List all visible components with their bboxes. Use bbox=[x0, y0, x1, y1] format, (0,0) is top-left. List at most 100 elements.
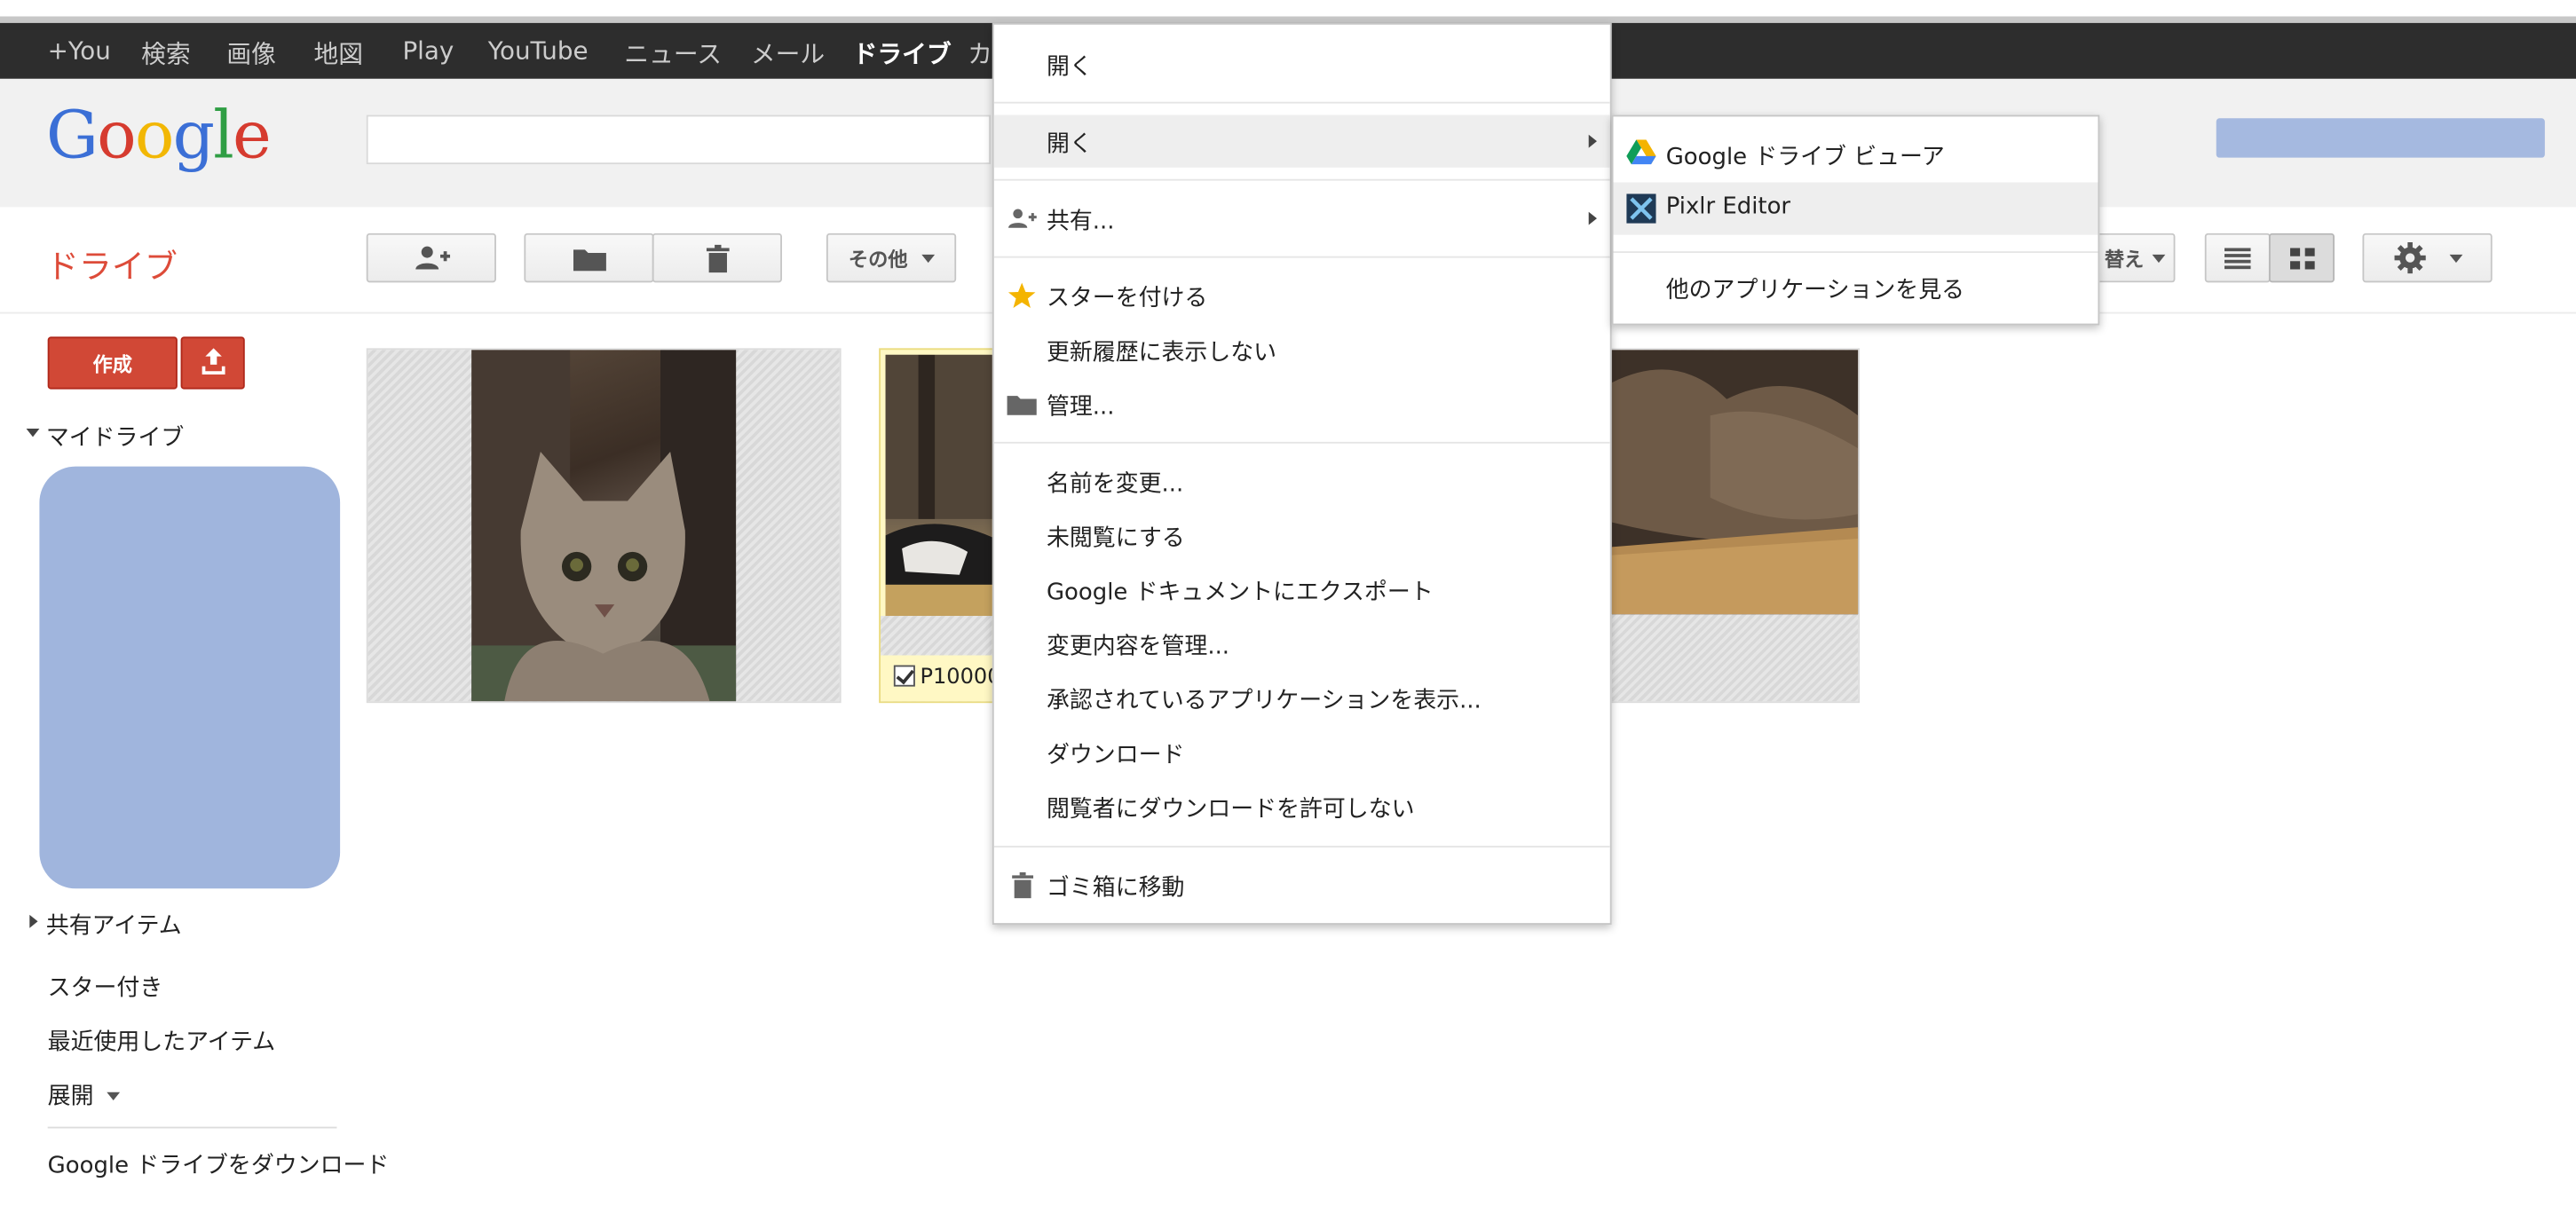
topnav-search[interactable]: 検索 bbox=[141, 36, 191, 71]
logo-letter: o bbox=[97, 99, 137, 175]
list-view-button[interactable] bbox=[2204, 233, 2271, 283]
account-area[interactable] bbox=[2216, 118, 2545, 158]
menu-item-download[interactable]: ダウンロード bbox=[994, 726, 1610, 778]
delete-button[interactable] bbox=[652, 233, 782, 283]
menu-item-organize[interactable]: 管理... bbox=[994, 378, 1610, 430]
sidebar-item-shared[interactable]: 共有アイテム bbox=[46, 908, 182, 941]
submenu-item-pixlr-editor[interactable]: Pixlr Editor bbox=[1613, 182, 2098, 235]
topnav-calendar[interactable]: カ bbox=[968, 36, 992, 71]
menu-item-star[interactable]: スターを付ける bbox=[994, 270, 1610, 322]
topnav-play[interactable]: Play bbox=[402, 36, 454, 66]
grid-view-button[interactable] bbox=[2268, 233, 2335, 283]
topnav-you[interactable]: +You bbox=[48, 36, 111, 66]
sidebar-item-starred[interactable]: スター付き bbox=[48, 971, 163, 1004]
file-thumbnail-2-selected[interactable]: P10000 bbox=[879, 348, 994, 704]
chevron-down-icon bbox=[2448, 253, 2462, 263]
expand-shared-icon[interactable] bbox=[29, 914, 38, 928]
sort-button[interactable]: 替え bbox=[2096, 233, 2176, 283]
trash-icon bbox=[705, 243, 729, 272]
upload-button[interactable] bbox=[180, 336, 245, 390]
move-to-folder-button[interactable] bbox=[524, 233, 654, 283]
trash-icon bbox=[1007, 871, 1037, 900]
file-thumbnail-3[interactable] bbox=[1609, 348, 1861, 704]
cat-face-image bbox=[471, 350, 737, 702]
expand-my-drive-icon[interactable] bbox=[26, 429, 40, 437]
add-person-icon bbox=[415, 246, 450, 270]
settings-button[interactable] bbox=[2362, 233, 2493, 283]
context-menu: 開く 開く 共有... スターを付ける 更新履歴に表示しない 管理... 名前を… bbox=[992, 22, 1612, 926]
chevron-down-icon bbox=[107, 1092, 121, 1101]
chevron-down-icon bbox=[921, 253, 935, 263]
cat-photo-1 bbox=[471, 350, 737, 702]
menu-item-move-to-trash[interactable]: ゴミ箱に移動 bbox=[994, 859, 1610, 911]
sidebar-item-my-drive[interactable]: マイドライブ bbox=[46, 421, 184, 453]
gear-icon bbox=[2393, 241, 2425, 274]
share-button[interactable] bbox=[366, 233, 496, 283]
menu-divider bbox=[993, 256, 1610, 258]
menu-divider bbox=[993, 846, 1610, 848]
expand-label: 展開 bbox=[47, 1084, 94, 1111]
menu-item-hide-from-activity[interactable]: 更新履歴に表示しない bbox=[994, 324, 1610, 376]
create-button[interactable]: 作成 bbox=[47, 336, 178, 390]
menu-divider bbox=[993, 101, 1610, 104]
submenu-item-more-apps[interactable]: 他のアプリケーションを見る bbox=[1613, 261, 2098, 313]
menu-item-mark-unviewed[interactable]: 未閲覧にする bbox=[994, 509, 1610, 562]
logo-letter: l bbox=[213, 99, 234, 175]
chevron-right-icon bbox=[1588, 211, 1597, 225]
topnav-drive[interactable]: ドライブ bbox=[853, 36, 952, 71]
cats-lying-image bbox=[1611, 350, 1859, 615]
file-name-text: P10000 bbox=[920, 665, 994, 690]
file-thumbnail-1[interactable] bbox=[366, 348, 842, 704]
google-logo[interactable]: Google bbox=[45, 99, 272, 175]
list-view-icon bbox=[2224, 247, 2251, 269]
page-title[interactable]: ドライブ bbox=[46, 240, 178, 288]
menu-divider bbox=[993, 441, 1610, 444]
logo-letter: e bbox=[232, 99, 272, 175]
cat-lying-image bbox=[885, 354, 992, 617]
create-button-label: 作成 bbox=[92, 351, 132, 375]
add-person-icon bbox=[1007, 203, 1037, 233]
more-button[interactable]: その他 bbox=[826, 233, 957, 283]
folder-icon bbox=[573, 248, 606, 271]
sidebar-item-recent[interactable]: 最近使用したアイテム bbox=[48, 1025, 276, 1058]
cat-photo-2 bbox=[885, 354, 992, 617]
google-drive-icon bbox=[1626, 139, 1656, 169]
cat-photo-3 bbox=[1611, 350, 1859, 615]
open-with-submenu: Google ドライブ ビューア Pixlr Editor 他のアプリケーション… bbox=[1611, 114, 2100, 326]
menu-item-export-to-docs[interactable]: Google ドキュメントにエクスポート bbox=[994, 564, 1610, 616]
chevron-down-icon bbox=[2152, 253, 2166, 263]
folder-icon bbox=[1007, 390, 1037, 419]
menu-item-open[interactable]: 開く bbox=[994, 38, 1610, 91]
submenu-item-drive-viewer[interactable]: Google ドライブ ビューア bbox=[1613, 128, 2098, 180]
pixlr-icon bbox=[1626, 193, 1656, 224]
logo-letter: g bbox=[172, 99, 215, 175]
folder-tree[interactable] bbox=[39, 466, 341, 889]
topnav-youtube[interactable]: YouTube bbox=[488, 36, 589, 66]
chevron-right-icon bbox=[1588, 134, 1597, 148]
sidebar-divider bbox=[47, 1126, 337, 1129]
menu-item-authorized-apps[interactable]: 承認されているアプリケーションを表示... bbox=[994, 672, 1610, 724]
star-icon bbox=[1007, 280, 1037, 310]
sort-button-label: 替え bbox=[2104, 247, 2145, 271]
logo-letter: o bbox=[134, 99, 175, 175]
menu-item-rename[interactable]: 名前を変更... bbox=[994, 455, 1610, 508]
selected-file-name[interactable]: P10000 bbox=[893, 665, 994, 690]
grid-view-icon bbox=[2289, 247, 2314, 269]
menu-item-open-with[interactable]: 開く bbox=[993, 114, 1610, 168]
topnav-news[interactable]: ニュース bbox=[624, 36, 722, 71]
more-button-label: その他 bbox=[848, 247, 908, 271]
menu-item-share[interactable]: 共有... bbox=[994, 193, 1610, 245]
topnav-maps[interactable]: 地図 bbox=[314, 36, 364, 71]
topnav-images[interactable]: 画像 bbox=[226, 36, 276, 71]
logo-letter: G bbox=[45, 99, 99, 175]
sidebar-item-expand[interactable]: 展開 bbox=[48, 1079, 121, 1112]
drive-window: +You 検索 画像 地図 Play YouTube ニュース メール ドライブ… bbox=[0, 0, 2576, 1206]
search-input[interactable] bbox=[366, 114, 992, 165]
upload-icon bbox=[201, 348, 225, 374]
menu-item-manage-revisions[interactable]: 変更内容を管理... bbox=[994, 618, 1610, 670]
checkbox-checked[interactable] bbox=[893, 665, 915, 687]
download-drive-link[interactable]: Google ドライブをダウンロード bbox=[48, 1148, 390, 1181]
menu-item-prevent-download[interactable]: 閲覧者にダウンロードを許可しない bbox=[994, 780, 1610, 832]
menu-divider bbox=[993, 178, 1610, 181]
topnav-mail[interactable]: メール bbox=[751, 36, 825, 71]
